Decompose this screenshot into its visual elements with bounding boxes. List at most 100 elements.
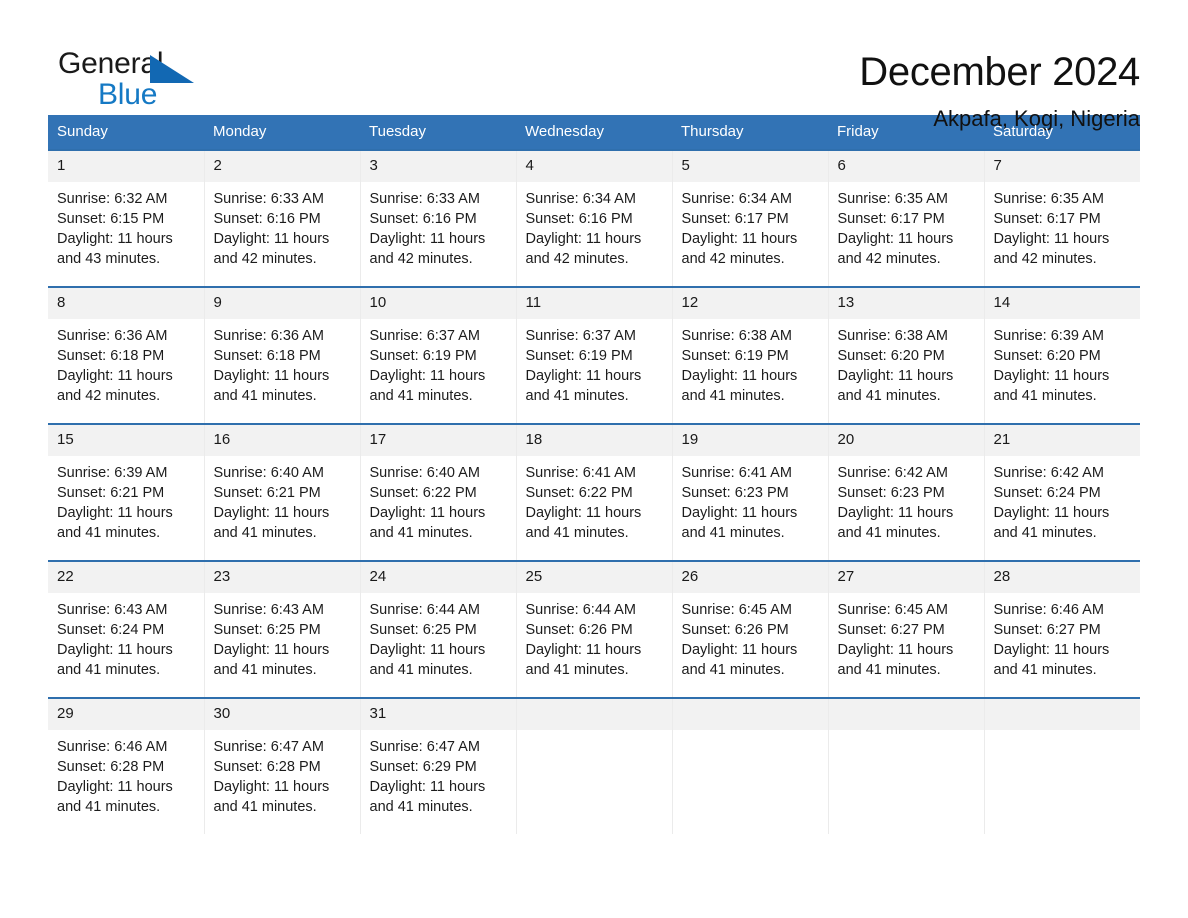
calendar-day-cell[interactable]: 2 Sunrise: 6:33 AM Sunset: 6:16 PM Daylight… (204, 149, 361, 287)
calendar-day-cell[interactable]: 22 Sunrise: 6:43 AM Sunset: 6:24 PM Dayligh… (48, 560, 205, 698)
calendar-day-cell[interactable]: 14 Sunrise: 6:39 AM Sunset: 6:20 PM Dayligh… (984, 286, 1140, 424)
day-details: Sunrise: 6:38 AM Sunset: 6:20 PM Daylight:… (829, 319, 984, 406)
page-header: General Blue December 2024 Akpafa, Kogi,… (48, 0, 1140, 131)
sunrise-text: Sunrise: 6:33 AM (213, 191, 324, 207)
daylight-text-line1: Daylight: 11 hours (837, 642, 954, 658)
day-number: 3 (360, 151, 516, 182)
calendar-day-cell[interactable]: 28 Sunrise: 6:46 AM Sunset: 6:27 PM Dayligh… (984, 560, 1140, 698)
sunrise-text: Sunrise: 6:35 AM (837, 191, 948, 207)
calendar-day-cell[interactable]: 5 Sunrise: 6:34 AM Sunset: 6:17 PM Daylight… (672, 149, 829, 287)
calendar-day-cell[interactable]: 3 Sunrise: 6:33 AM Sunset: 6:16 PM Daylight… (360, 149, 517, 287)
sunrise-text: Sunrise: 6:47 AM (213, 739, 324, 755)
sunset-text: Sunset: 6:17 PM (837, 211, 945, 227)
day-number (828, 699, 984, 730)
logo-text-blue: Blue (98, 78, 158, 111)
day-number: 4 (516, 151, 672, 182)
day-details (673, 730, 828, 737)
day-details: Sunrise: 6:45 AM Sunset: 6:26 PM Daylight:… (673, 593, 828, 680)
daylight-text-line2: and 41 minutes. (681, 662, 785, 678)
calendar-day-cell-inner: 8 Sunrise: 6:36 AM Sunset: 6:18 PM Daylight… (48, 288, 204, 423)
sunrise-text: Sunrise: 6:40 AM (369, 465, 480, 481)
calendar-day-cell[interactable]: 1 Sunrise: 6:32 AM Sunset: 6:15 PM Daylight… (48, 149, 205, 287)
calendar-day-cell[interactable]: 26 Sunrise: 6:45 AM Sunset: 6:26 PM Dayligh… (672, 560, 829, 698)
day-details: Sunrise: 6:37 AM Sunset: 6:19 PM Daylight:… (361, 319, 516, 406)
calendar-day-cell-inner: 3 Sunrise: 6:33 AM Sunset: 6:16 PM Daylight… (360, 151, 516, 286)
calendar-day-cell[interactable]: 30 Sunrise: 6:47 AM Sunset: 6:28 PM Dayligh… (204, 697, 361, 834)
sunset-text: Sunset: 6:27 PM (993, 622, 1101, 638)
calendar-day-cell[interactable]: 27 Sunrise: 6:45 AM Sunset: 6:27 PM Dayligh… (828, 560, 985, 698)
sunrise-text: Sunrise: 6:36 AM (213, 328, 324, 344)
sunrise-sunset-calendar: Sunday Monday Tuesday Wednesday Thursday… (48, 115, 1140, 834)
calendar-day-cell[interactable]: 4 Sunrise: 6:34 AM Sunset: 6:16 PM Daylight… (516, 149, 673, 287)
sunrise-text: Sunrise: 6:40 AM (213, 465, 324, 481)
sunset-text: Sunset: 6:16 PM (369, 211, 477, 227)
daylight-text-line2: and 43 minutes. (57, 251, 161, 267)
sunset-text: Sunset: 6:19 PM (369, 348, 477, 364)
calendar-day-cell[interactable]: 23 Sunrise: 6:43 AM Sunset: 6:25 PM Dayligh… (204, 560, 361, 698)
daylight-text-line2: and 41 minutes. (369, 525, 473, 541)
calendar-day-cell[interactable]: 17 Sunrise: 6:40 AM Sunset: 6:22 PM Dayligh… (360, 423, 517, 561)
day-number: 30 (204, 699, 360, 730)
calendar-day-cell[interactable]: 10 Sunrise: 6:37 AM Sunset: 6:19 PM Dayligh… (360, 286, 517, 424)
calendar-day-cell[interactable]: 20 Sunrise: 6:42 AM Sunset: 6:23 PM Dayligh… (828, 423, 985, 561)
calendar-day-cell[interactable]: 19 Sunrise: 6:41 AM Sunset: 6:23 PM Dayligh… (672, 423, 829, 561)
daylight-text-line2: and 42 minutes. (525, 251, 629, 267)
day-number (672, 699, 828, 730)
calendar-day-cell-inner: 11 Sunrise: 6:37 AM Sunset: 6:19 PM Dayligh… (516, 288, 672, 423)
day-number: 16 (204, 425, 360, 456)
day-number: 20 (828, 425, 984, 456)
calendar-day-cell-inner: 22 Sunrise: 6:43 AM Sunset: 6:24 PM Dayligh… (48, 562, 204, 697)
sunset-text: Sunset: 6:28 PM (57, 759, 165, 775)
sunrise-text: Sunrise: 6:42 AM (993, 465, 1104, 481)
calendar-day-cell[interactable]: 6 Sunrise: 6:35 AM Sunset: 6:17 PM Daylight… (828, 149, 985, 287)
general-blue-logo[interactable]: General Blue (48, 46, 208, 120)
calendar-day-cell[interactable]: 11 Sunrise: 6:37 AM Sunset: 6:19 PM Dayligh… (516, 286, 673, 424)
sunrise-text: Sunrise: 6:33 AM (369, 191, 480, 207)
sunset-text: Sunset: 6:21 PM (213, 485, 321, 501)
calendar-day-cell[interactable]: 29 Sunrise: 6:46 AM Sunset: 6:28 PM Dayligh… (48, 697, 205, 834)
day-details: Sunrise: 6:43 AM Sunset: 6:25 PM Daylight:… (205, 593, 360, 680)
day-details (829, 730, 984, 737)
sunrise-text: Sunrise: 6:39 AM (993, 328, 1104, 344)
daylight-text-line2: and 41 minutes. (57, 799, 161, 815)
calendar-day-cell[interactable]: 8 Sunrise: 6:36 AM Sunset: 6:18 PM Daylight… (48, 286, 205, 424)
calendar-day-cell[interactable]: 9 Sunrise: 6:36 AM Sunset: 6:18 PM Daylight… (204, 286, 361, 424)
calendar-day-cell[interactable]: 7 Sunrise: 6:35 AM Sunset: 6:17 PM Daylight… (984, 149, 1140, 287)
daylight-text-line1: Daylight: 11 hours (213, 779, 330, 795)
sunset-text: Sunset: 6:28 PM (213, 759, 321, 775)
calendar-day-cell[interactable]: 18 Sunrise: 6:41 AM Sunset: 6:22 PM Dayligh… (516, 423, 673, 561)
daylight-text-line1: Daylight: 11 hours (369, 231, 486, 247)
sunset-text: Sunset: 6:26 PM (681, 622, 789, 638)
day-number: 31 (360, 699, 516, 730)
calendar-day-cell-empty (828, 697, 985, 834)
daylight-text-line2: and 41 minutes. (213, 388, 317, 404)
calendar-day-cell[interactable]: 24 Sunrise: 6:44 AM Sunset: 6:25 PM Dayligh… (360, 560, 517, 698)
calendar-day-cell-inner: 14 Sunrise: 6:39 AM Sunset: 6:20 PM Dayligh… (984, 288, 1140, 423)
daylight-text-line2: and 41 minutes. (837, 525, 941, 541)
daylight-text-line2: and 41 minutes. (681, 525, 785, 541)
calendar-week-row: 29 Sunrise: 6:46 AM Sunset: 6:28 PM Dayligh… (48, 697, 1141, 834)
calendar-day-cell[interactable]: 16 Sunrise: 6:40 AM Sunset: 6:21 PM Dayligh… (204, 423, 361, 561)
daylight-text-line1: Daylight: 11 hours (369, 505, 486, 521)
sunset-text: Sunset: 6:24 PM (993, 485, 1101, 501)
calendar-day-cell[interactable]: 13 Sunrise: 6:38 AM Sunset: 6:20 PM Dayligh… (828, 286, 985, 424)
daylight-text-line1: Daylight: 11 hours (57, 231, 173, 247)
day-details: Sunrise: 6:44 AM Sunset: 6:26 PM Daylight:… (517, 593, 672, 680)
daylight-text-line1: Daylight: 11 hours (525, 642, 642, 658)
weekday-header-sunday: Sunday (48, 115, 204, 150)
calendar-day-cell[interactable]: 25 Sunrise: 6:44 AM Sunset: 6:26 PM Dayligh… (516, 560, 673, 698)
calendar-page: General Blue December 2024 Akpafa, Kogi,… (0, 0, 1188, 918)
daylight-text-line1: Daylight: 11 hours (57, 505, 173, 521)
day-details: Sunrise: 6:32 AM Sunset: 6:15 PM Daylight:… (48, 182, 204, 269)
calendar-week-row: 8 Sunrise: 6:36 AM Sunset: 6:18 PM Daylight… (48, 286, 1140, 424)
calendar-day-cell[interactable]: 31 Sunrise: 6:47 AM Sunset: 6:29 PM Dayligh… (360, 697, 517, 834)
day-details (985, 730, 1141, 737)
sunrise-text: Sunrise: 6:38 AM (837, 328, 948, 344)
day-details: Sunrise: 6:33 AM Sunset: 6:16 PM Daylight:… (361, 182, 516, 269)
calendar-day-cell[interactable]: 12 Sunrise: 6:38 AM Sunset: 6:19 PM Dayligh… (672, 286, 829, 424)
calendar-day-cell[interactable]: 21 Sunrise: 6:42 AM Sunset: 6:24 PM Dayligh… (984, 423, 1140, 561)
day-details: Sunrise: 6:45 AM Sunset: 6:27 PM Daylight:… (829, 593, 984, 680)
calendar-day-cell[interactable]: 15 Sunrise: 6:39 AM Sunset: 6:21 PM Dayligh… (48, 423, 205, 561)
weekday-header-tuesday: Tuesday (360, 115, 516, 150)
calendar-day-cell-inner: 16 Sunrise: 6:40 AM Sunset: 6:21 PM Dayligh… (204, 425, 360, 560)
